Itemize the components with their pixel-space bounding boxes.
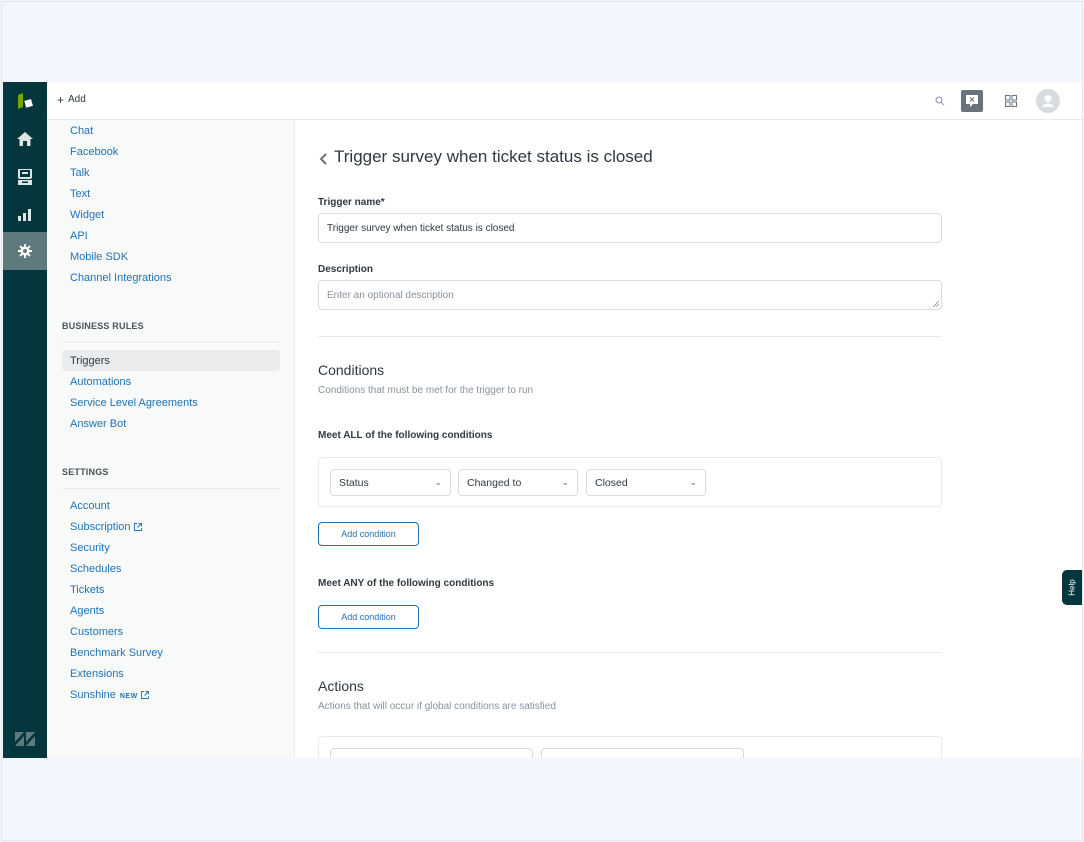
help-label: Help	[1067, 579, 1077, 596]
home-icon[interactable]	[3, 120, 47, 158]
chevron-down-icon: ⌄	[434, 477, 442, 487]
views-icon[interactable]	[3, 158, 47, 196]
add-label: Add	[68, 94, 86, 105]
select-value: Changed to	[467, 476, 522, 489]
select-value: Status	[339, 476, 369, 489]
app-window: + Add Chat Facebook Talk Text Widget API…	[3, 82, 1082, 758]
new-badge: NEW	[119, 693, 138, 700]
chat-icon[interactable]	[961, 82, 983, 120]
sidebar-item-channel-integrations[interactable]: Channel Integrations	[70, 272, 172, 284]
chevron-down-icon: ⌄	[689, 477, 697, 487]
condition-row: Status ⌄ Changed to ⌄ Closed ⌄	[318, 457, 942, 507]
resize-handle-icon[interactable]	[933, 301, 939, 307]
sidebar-item-benchmark-survey[interactable]: Benchmark Survey	[70, 647, 163, 659]
settings-heading: SETTINGS	[62, 467, 109, 477]
divider	[318, 336, 942, 337]
description-label: Description	[318, 264, 374, 275]
external-link-icon	[140, 691, 149, 700]
help-button[interactable]: Help	[1062, 570, 1082, 605]
sidebar-item-text[interactable]: Text	[70, 188, 90, 200]
description-placeholder: Enter an optional description	[327, 289, 454, 301]
product-nav	[3, 82, 47, 758]
chevron-down-icon: ⌄	[561, 477, 569, 487]
main-content: Trigger survey when ticket status is clo…	[295, 120, 1082, 758]
admin-gear-icon[interactable]	[3, 232, 47, 270]
sidebar-item-api[interactable]: API	[70, 230, 88, 242]
conditions-subtitle: Conditions that must be met for the trig…	[318, 385, 534, 396]
zendesk-support-logo-icon[interactable]	[3, 82, 47, 120]
sidebar-item-answer-bot[interactable]: Answer Bot	[70, 418, 126, 430]
divider	[62, 342, 280, 343]
sidebar-item-subscription[interactable]: Subscription	[70, 521, 142, 533]
sidebar-item-customers[interactable]: Customers	[70, 626, 123, 638]
trigger-name-label: Trigger name*	[318, 197, 385, 208]
page-title: Trigger survey when ticket status is clo…	[334, 147, 653, 166]
meet-any-label: Meet ANY of the following conditions	[318, 578, 495, 589]
sidebar-item-widget[interactable]: Widget	[70, 209, 104, 221]
sidebar-item-triggers[interactable]: Triggers	[70, 355, 110, 367]
sidebar-item-facebook[interactable]: Facebook	[70, 146, 118, 158]
sidebar-item-talk[interactable]: Talk	[70, 167, 90, 179]
action-row	[318, 736, 942, 758]
sidebar-item-security[interactable]: Security	[70, 542, 110, 554]
divider	[62, 488, 280, 489]
business-rules-heading: BUSINESS RULES	[62, 321, 144, 331]
user-avatar[interactable]	[1036, 82, 1060, 120]
zendesk-logo-icon	[3, 720, 47, 758]
condition-value-select[interactable]: Closed ⌄	[586, 469, 706, 496]
admin-sidebar: Chat Facebook Talk Text Widget API Mobil…	[47, 120, 295, 758]
select-value: Closed	[595, 476, 628, 489]
sidebar-item-slas[interactable]: Service Level Agreements	[70, 397, 198, 409]
sidebar-item-account[interactable]: Account	[70, 500, 110, 512]
external-link-icon	[133, 523, 142, 532]
plus-icon: +	[57, 92, 65, 107]
add-any-condition-button[interactable]: Add condition	[318, 605, 419, 629]
reporting-icon[interactable]	[3, 196, 47, 234]
add-all-condition-button[interactable]: Add condition	[318, 522, 419, 546]
sidebar-item-automations[interactable]: Automations	[70, 376, 131, 388]
condition-field-select[interactable]: Status ⌄	[330, 469, 451, 496]
top-bar: + Add	[47, 82, 1082, 120]
sidebar-item-chat[interactable]: Chat	[70, 125, 93, 137]
divider	[318, 652, 942, 653]
description-textarea[interactable]: Enter an optional description	[318, 280, 942, 310]
meet-all-label: Meet ALL of the following conditions	[318, 430, 493, 441]
trigger-name-input[interactable]: Trigger survey when ticket status is clo…	[318, 213, 942, 243]
actions-heading: Actions	[318, 678, 364, 694]
sidebar-item-schedules[interactable]: Schedules	[70, 563, 121, 575]
add-button[interactable]: + Add	[57, 92, 86, 107]
search-icon[interactable]	[932, 82, 948, 120]
apps-grid-icon[interactable]	[1004, 82, 1018, 120]
back-chevron-icon[interactable]	[318, 152, 330, 166]
sidebar-item-label: Sunshine	[70, 689, 116, 701]
sidebar-item-tickets[interactable]: Tickets	[70, 584, 104, 596]
action-field-select[interactable]	[330, 748, 533, 758]
sidebar-item-extensions[interactable]: Extensions	[70, 668, 124, 680]
conditions-heading: Conditions	[318, 362, 385, 378]
sidebar-item-label: Subscription	[70, 521, 131, 533]
sidebar-item-sunshine[interactable]: Sunshine NEW	[70, 689, 149, 701]
actions-subtitle: Actions that will occur if global condit…	[318, 701, 556, 712]
sidebar-item-mobile-sdk[interactable]: Mobile SDK	[70, 251, 128, 263]
condition-operator-select[interactable]: Changed to ⌄	[458, 469, 578, 496]
action-value-select[interactable]	[541, 748, 744, 758]
sidebar-item-agents[interactable]: Agents	[70, 605, 104, 617]
